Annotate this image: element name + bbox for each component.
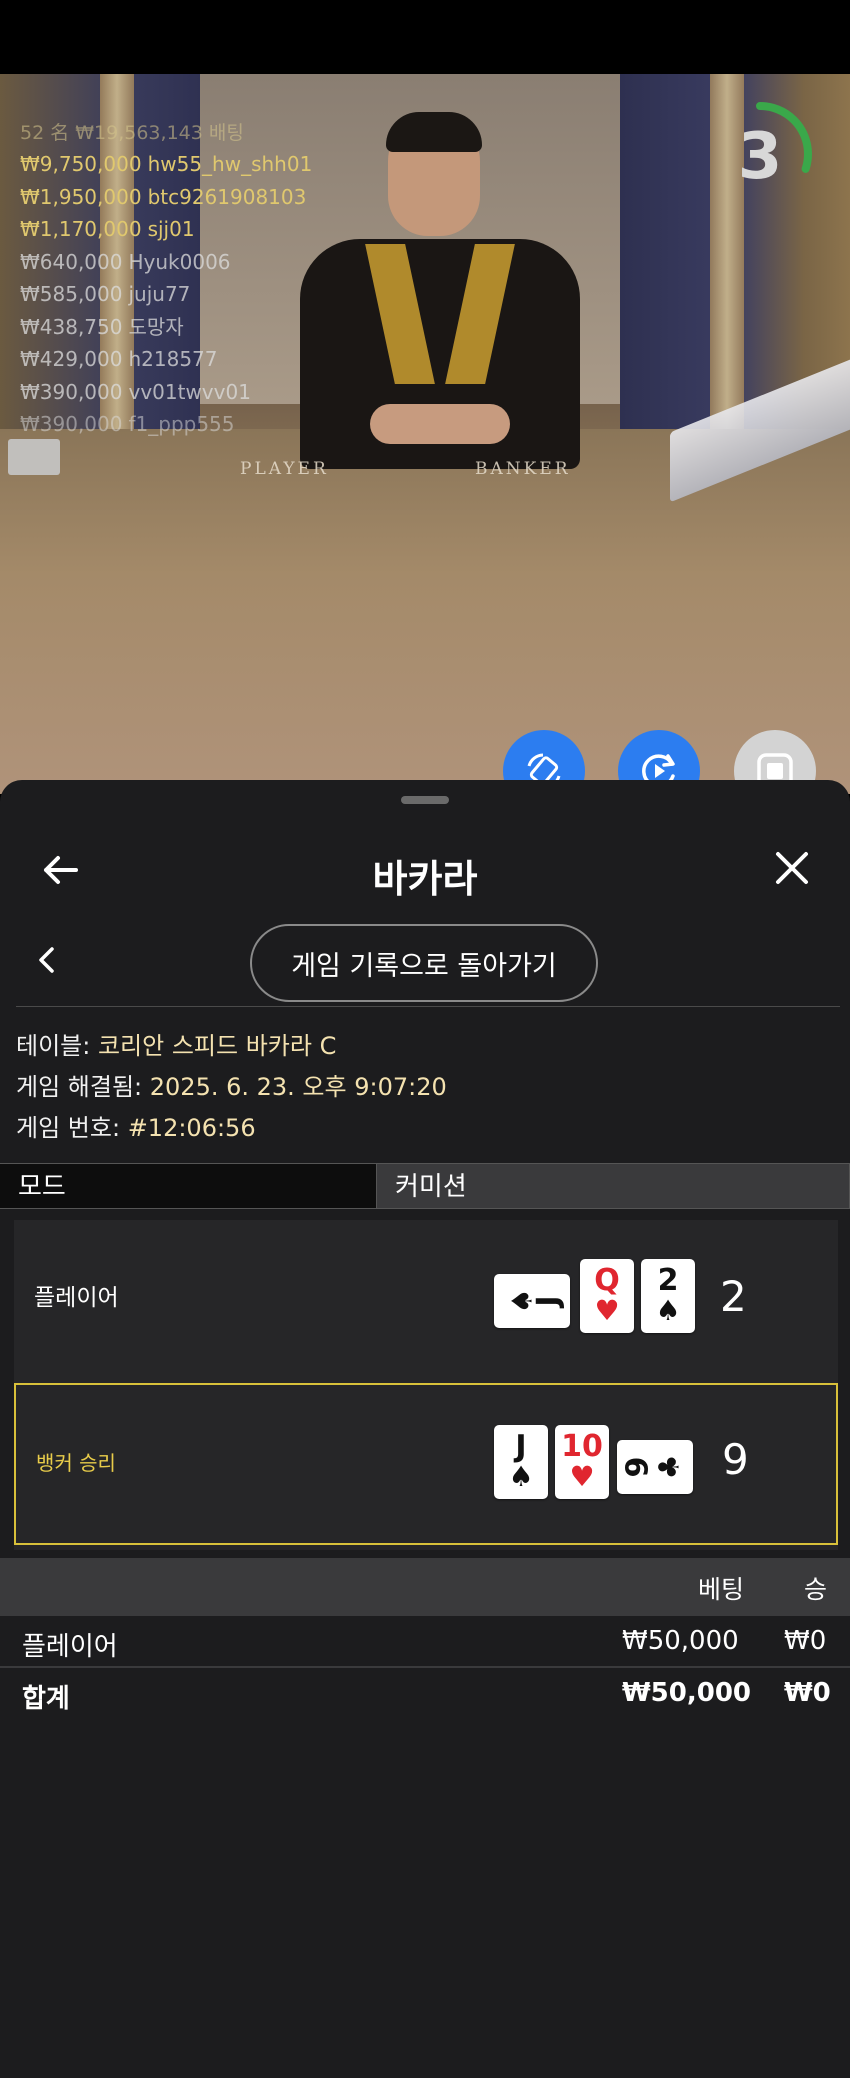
bettor-name: hw55_hw_shh01 xyxy=(147,152,313,176)
player-score: 2 xyxy=(720,1272,747,1321)
card-rank: 2 xyxy=(657,1263,679,1298)
playing-card: ♠ J xyxy=(494,1274,570,1328)
bettors-summary: 52 名 ₩19,563,143 배팅 xyxy=(20,122,244,144)
bettor-name: Hyuk0006 xyxy=(128,249,231,274)
bet-total-row: 합계 ₩50,000 ₩0 xyxy=(0,1670,850,1718)
bettor-amount: ₩390,000 xyxy=(20,379,123,404)
playing-card: 2 ♠ xyxy=(641,1259,695,1333)
bettor-amount: ₩438,750 xyxy=(20,314,123,339)
player-hand-label: 플레이어 xyxy=(34,1285,119,1311)
card-rank: J xyxy=(530,1295,566,1307)
banker-win-label: 뱅커 승리 xyxy=(36,1451,116,1475)
card-rank: 9 xyxy=(620,1456,656,1478)
card-suit: ♠ xyxy=(655,1294,681,1327)
bettor-amount: ₩585,000 xyxy=(20,282,123,306)
card-rank: Q xyxy=(594,1263,620,1298)
bettor-row: ₩9,750,000 hw55_hw_shh01 xyxy=(20,148,312,181)
card-suit: ♣ xyxy=(652,1454,686,1480)
countdown-number: 3 xyxy=(737,120,783,194)
game-number-info: 게임 번호: #12:06:56 xyxy=(16,1108,256,1143)
bettor-row: ₩1,950,000 btc9261908103 xyxy=(20,181,312,214)
col-bet-header: 베팅 xyxy=(698,1575,745,1604)
bettor-amount: ₩9,750,000 xyxy=(20,152,142,176)
bet-row-amount: ₩50,000 xyxy=(622,1626,739,1656)
bet-row-name: 플레이어 xyxy=(22,1632,118,1662)
bettor-row: ₩585,000 juju77 xyxy=(20,278,312,311)
dealer-hands xyxy=(370,404,510,444)
bettor-name: 도망자 xyxy=(128,314,184,339)
discard-tray xyxy=(8,439,60,475)
mode-tabs: 모드 커미션 xyxy=(0,1163,850,1209)
bettor-amount: ₩640,000 xyxy=(20,249,123,274)
bettor-row: ₩390,000 f1_ppp555 xyxy=(20,408,312,441)
table-felt xyxy=(0,429,850,794)
back-to-history-button[interactable]: 게임 기록으로 돌아가기 xyxy=(250,924,598,1002)
bet-total-amount: ₩50,000 xyxy=(622,1678,752,1708)
playing-card: Q ♥ xyxy=(580,1259,634,1333)
card-rank: J xyxy=(515,1429,527,1464)
bettor-row: ₩390,000 vv01twvv01 xyxy=(20,376,312,409)
felt-player-label: PLAYER xyxy=(240,459,329,479)
table-value: 코리안 스피드 바카라 C xyxy=(97,1032,337,1060)
bet-total-win: ₩0 xyxy=(784,1678,831,1708)
drag-handle[interactable] xyxy=(401,796,449,804)
bettor-amount: ₩1,170,000 xyxy=(20,217,142,241)
bettor-name: vv01twvv01 xyxy=(128,379,251,404)
bettor-name: f1_ppp555 xyxy=(128,412,235,436)
hands-panel: 플레이어 ♠ J Q ♥ 2 ♠ 2 뱅커 승리 J ♠ 10 ♥ 9 ♣ 9 xyxy=(14,1220,838,1550)
game-number-label: 게임 번호: xyxy=(16,1114,121,1142)
bettor-row: ₩438,750 도망자 xyxy=(20,311,312,344)
table-label: 테이블: xyxy=(16,1032,91,1060)
tab-mode[interactable]: 모드 xyxy=(0,1163,376,1209)
card-suit: ♠ xyxy=(508,1460,534,1493)
bet-table-header: 베팅 승 xyxy=(0,1558,850,1616)
banker-score: 9 xyxy=(722,1435,749,1484)
playing-card: 9 ♣ xyxy=(617,1440,693,1494)
bettor-name: h218577 xyxy=(128,347,218,371)
card-rank: 10 xyxy=(561,1429,603,1464)
table-info: 테이블: 코리안 스피드 바카라 C xyxy=(16,1026,336,1061)
top-bettors-list: 52 名 ₩19,563,143 배팅 ₩9,750,000 hw55_hw_sh… xyxy=(20,118,312,441)
resolved-info: 게임 해결됨: 2025. 6. 23. 오후 9:07:20 xyxy=(16,1067,447,1102)
bettor-row: ₩1,170,000 sjj01 xyxy=(20,213,312,246)
banker-hand: 뱅커 승리 J ♠ 10 ♥ 9 ♣ 9 xyxy=(14,1383,838,1545)
col-win-header: 승 xyxy=(804,1575,828,1604)
tab-commission[interactable]: 커미션 xyxy=(376,1163,850,1209)
sheet-title: 바카라 xyxy=(372,857,478,901)
dealer-hair xyxy=(386,112,482,152)
bettor-row: ₩640,000 Hyuk0006 xyxy=(20,246,312,279)
bettor-amount: ₩1,950,000 xyxy=(20,184,142,209)
resolved-value: 2025. 6. 23. 오후 9:07:20 xyxy=(149,1073,447,1101)
bettor-row: ₩429,000 h218577 xyxy=(20,343,312,376)
bettor-name: juju77 xyxy=(128,282,191,306)
game-number-value: #12:06:56 xyxy=(127,1114,256,1142)
player-hand: 플레이어 ♠ J Q ♥ 2 ♠ 2 xyxy=(14,1220,838,1382)
bettor-amount: ₩390,000 xyxy=(20,412,123,436)
felt-banker-label: BANKER xyxy=(475,459,571,479)
bet-row-win: ₩0 xyxy=(784,1626,827,1656)
bet-row: 플레이어 ₩50,000 ₩0 xyxy=(0,1618,850,1666)
history-nav-row: 게임 기록으로 돌아가기 xyxy=(0,910,850,1010)
card-suit: ♥ xyxy=(569,1460,595,1493)
bettor-name: sjj01 xyxy=(147,217,195,241)
bet-total-name: 합계 xyxy=(22,1684,70,1714)
playing-card: J ♠ xyxy=(494,1425,548,1499)
close-icon[interactable] xyxy=(772,848,812,888)
chevron-left-icon[interactable] xyxy=(36,946,56,974)
bettor-name: btc9261908103 xyxy=(147,184,307,209)
playing-card: 10 ♥ xyxy=(555,1425,609,1499)
divider xyxy=(16,1006,840,1007)
row-divider xyxy=(0,1666,850,1668)
resolved-label: 게임 해결됨: xyxy=(16,1073,143,1101)
card-suit: ♥ xyxy=(594,1294,620,1327)
status-bar xyxy=(0,0,850,74)
bettor-amount: ₩429,000 xyxy=(20,347,123,371)
